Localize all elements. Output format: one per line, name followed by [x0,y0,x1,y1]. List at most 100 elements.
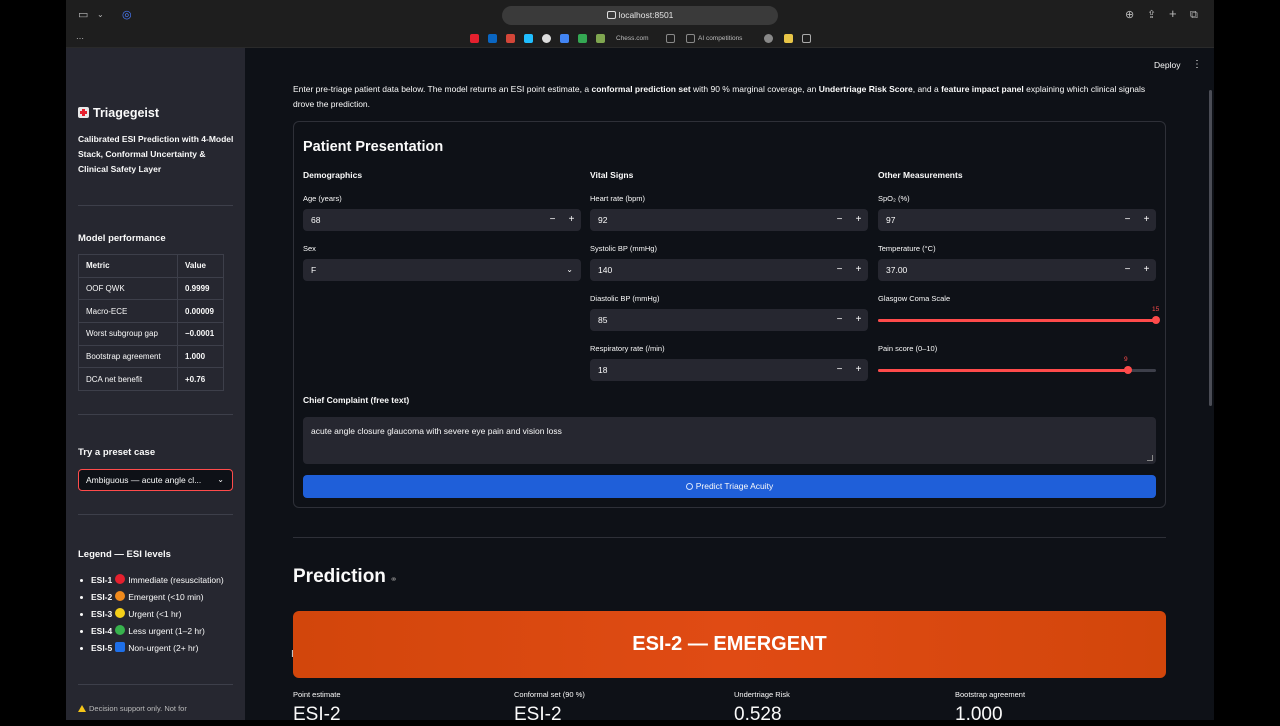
table-row: DCA net benefit +0.76 [78,367,224,392]
increment-button[interactable]: + [849,359,868,381]
increment-button[interactable]: + [1137,209,1156,231]
temperature-input[interactable]: 37.00 − + [878,259,1156,281]
app-subtitle: Calibrated ESI Prediction with 4-Model S… [78,134,234,174]
decrement-button[interactable]: − [543,209,562,231]
blue-square-icon [115,642,126,652]
disclaimer: Decision support only. Not for [78,704,187,713]
list-item: ESI-5 Non-urgent (2+ hr) [78,640,224,657]
metric-value: +0.76 [177,367,224,392]
metric-name: OOF QWK [78,276,178,301]
download-icon[interactable]: ⊕ [1125,8,1134,22]
search-icon [685,483,693,490]
sidebar-toggle-icon[interactable]: ▭ [78,8,88,22]
undertriage-risk-value: 0.528 [734,704,782,725]
sex-select[interactable]: F ⌄ [303,259,581,281]
gmail-icon[interactable] [506,34,515,43]
bookmark-chess[interactable]: Chess.com [616,33,649,45]
increment-button[interactable]: + [562,209,581,231]
complaint-text: acute angle closure glaucoma with severe… [311,426,562,436]
increment-button[interactable]: + [1137,259,1156,281]
chevron-down-icon[interactable]: ⌄ [97,8,104,22]
age-label: Age (years) [303,194,342,203]
decrement-button[interactable]: − [830,259,849,281]
preset-case-select[interactable]: Ambiguous — acute angle cl... ⌄ [78,469,233,491]
share-icon[interactable]: ⇪ [1147,8,1156,22]
esi-banner: ESI-2 — EMERGENT [293,611,1166,678]
scrollbar[interactable] [1209,90,1212,406]
linkedin-icon[interactable] [488,34,497,43]
list-item: ESI-3 Urgent (<1 hr) [78,606,224,623]
gcs-label: Glasgow Coma Scale [878,294,951,303]
table-row: Worst subgroup gap −0.0001 [78,322,224,346]
grid-icon[interactable]: ⋯ [76,32,84,46]
decrement-button[interactable]: − [1118,259,1137,281]
metric-name: DCA net benefit [78,367,178,392]
metrics-table: Metric Value OOF QWK 0.9999 Macro-ECE 0.00… [78,254,224,392]
complaint-textarea[interactable]: acute angle closure glaucoma with severe… [303,417,1156,464]
link-icon[interactable]: ⚭ [390,574,398,584]
divider [293,537,1166,538]
app-icon[interactable] [578,34,587,43]
spo2-value: 97 [886,215,896,225]
metric-value: 1.000 [177,344,224,369]
translate-icon[interactable] [560,34,569,43]
media-icon[interactable] [802,34,811,43]
resize-handle-icon[interactable] [1147,455,1153,461]
new-tab-icon[interactable]: + [1169,7,1177,21]
temperature-label: Temperature (°C) [878,244,936,253]
folder-icon[interactable] [666,34,675,43]
metric-value: −0.0001 [177,322,224,346]
bookmark-ai-competitions[interactable]: AI competitions [698,33,742,45]
table-row: OOF QWK 0.9999 [78,276,224,301]
diastolic-bp-label: Diastolic BP (mmHg) [590,294,660,303]
heart-rate-input[interactable]: 92 − + [590,209,868,231]
metric-name: Worst subgroup gap [78,322,178,346]
tab-overview-icon[interactable]: ⧉ [1190,8,1198,22]
url-text: localhost:8501 [618,10,674,20]
metric-name: Bootstrap agreement [78,344,178,369]
notes-icon[interactable] [784,34,793,43]
slider-handle[interactable] [1124,366,1132,374]
decrement-button[interactable]: − [830,209,849,231]
folder-icon[interactable] [686,34,695,43]
pain-slider[interactable]: 9 [878,356,1156,374]
point-estimate-value: ESI-2 [293,704,341,725]
decrement-button[interactable]: − [830,309,849,331]
heart-rate-value: 92 [598,215,608,225]
gcs-slider[interactable]: 15 [878,306,1160,324]
spo2-input[interactable]: 97 − + [878,209,1156,231]
github-icon[interactable] [542,34,551,43]
decrement-button[interactable]: − [1118,209,1137,231]
gcs-value: 15 [1152,306,1160,313]
sidebar: Triagegeist Calibrated ESI Prediction wi… [66,48,245,720]
kaggle-icon[interactable] [524,34,533,43]
youtube-icon[interactable] [470,34,479,43]
increment-button[interactable]: + [849,309,868,331]
slider-fill [878,319,1156,322]
conformal-set-label: Conformal set (90 %) [514,690,585,699]
diastolic-bp-input[interactable]: 85 − + [590,309,868,331]
predict-button[interactable]: Predict Triage Acuity [303,475,1156,498]
slider-handle[interactable] [1152,316,1160,324]
privacy-shield-icon[interactable]: ◎ [122,8,132,22]
address-bar[interactable]: localhost:8501 [502,6,778,25]
systolic-bp-input[interactable]: 140 − + [590,259,868,281]
extension-icon[interactable] [764,34,773,43]
table-row: Macro-ECE 0.00009 [78,299,224,324]
increment-button[interactable]: + [849,259,868,281]
age-input[interactable]: 68 − + [303,209,581,231]
slider-fill [878,369,1128,372]
decrement-button[interactable]: − [830,359,849,381]
deploy-button[interactable]: Deploy [1154,60,1180,70]
page-icon [606,11,616,19]
table-header: Metric [78,254,178,278]
spo2-label: SpO₂ (%) [878,194,910,203]
legend-heading: Legend — ESI levels [78,549,171,560]
respiratory-rate-input[interactable]: 18 − + [590,359,868,381]
main-menu-icon[interactable]: ⋮ [1192,59,1202,70]
undertriage-risk-label: Undertriage Risk [734,690,790,699]
increment-button[interactable]: + [849,209,868,231]
age-value: 68 [311,215,321,225]
chess-icon[interactable] [596,34,605,43]
sex-value: F [311,265,317,275]
